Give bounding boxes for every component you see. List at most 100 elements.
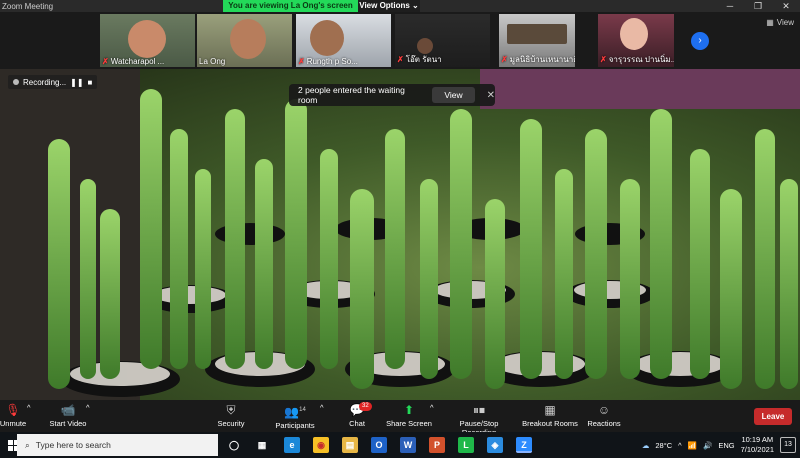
- close-icon[interactable]: ✕: [772, 0, 800, 12]
- share-arrow-icon: ⬆: [403, 403, 415, 417]
- search-icon: ⌕: [25, 439, 30, 450]
- window-title: Zoom Meeting: [2, 1, 54, 11]
- participants-button[interactable]: 👥14 Participants: [272, 403, 318, 430]
- chat-button[interactable]: 💬 32 Chat: [342, 402, 372, 428]
- chevron-down-icon: ⌄: [412, 1, 419, 10]
- muted-mic-icon: ✗: [102, 57, 109, 66]
- gallery-view-button[interactable]: ▦ View: [766, 18, 794, 27]
- muted-mic-icon: ✗: [397, 55, 404, 64]
- zoom-icon[interactable]: Z: [516, 437, 532, 453]
- recording-dot-icon: [13, 79, 19, 85]
- muted-mic-icon: ✗: [501, 55, 508, 64]
- minimize-icon[interactable]: ─: [716, 0, 744, 12]
- participants-options-caret[interactable]: ^: [320, 403, 324, 412]
- weather-temp[interactable]: 28°C: [655, 441, 672, 450]
- tray-expand-caret[interactable]: ^: [678, 441, 682, 450]
- outlook-icon[interactable]: O: [371, 437, 387, 453]
- grid-icon: ▦: [766, 18, 774, 27]
- participant-name-label: ✗ โอ๊ต รัตนา: [397, 55, 442, 64]
- participant-name-label: ✗ Rungth p So...: [298, 57, 358, 66]
- people-icon: 👥14: [284, 405, 306, 419]
- cactus-photo: [0, 69, 800, 400]
- language-indicator[interactable]: ENG: [718, 441, 734, 450]
- participant-tile[interactable]: ✗ มูลนิธิบ้านเหนานาดี: [499, 14, 575, 67]
- muted-mic-icon: ✗: [298, 57, 305, 66]
- unmute-button[interactable]: 🎙 Unmute: [0, 403, 30, 428]
- participant-tile[interactable]: ✗ โอ๊ต รัตนา: [395, 14, 490, 67]
- start-video-button[interactable]: 📹 Start Video: [46, 403, 90, 428]
- leave-button[interactable]: Leave: [754, 408, 792, 425]
- edge-icon[interactable]: e: [284, 437, 300, 453]
- network-icon[interactable]: 📶: [688, 441, 697, 450]
- clock-date: 7/10/2021: [740, 445, 774, 454]
- photos-icon[interactable]: ◈: [487, 437, 503, 453]
- shield-icon: ⛨: [226, 403, 236, 417]
- shared-screen-video: [0, 69, 800, 400]
- background-cloth: [480, 69, 800, 109]
- title-bar: Zoom Meeting You are viewing La Ong's sc…: [0, 0, 800, 12]
- avatar: [620, 18, 648, 50]
- video-options-caret[interactable]: ^: [86, 403, 90, 412]
- participant-tile[interactable]: ✗ จารุวรรณ ปานนิ่ม...: [598, 14, 674, 67]
- view-options-button[interactable]: View Options ⌄: [358, 0, 420, 12]
- taskbar-search-box[interactable]: ⌕ Type here to search: [17, 434, 218, 456]
- chat-unread-badge: 32: [359, 402, 372, 411]
- next-page-button[interactable]: ›: [691, 32, 709, 50]
- stop-recording-icon[interactable]: ■: [88, 78, 93, 87]
- share-options-caret[interactable]: ^: [430, 403, 434, 412]
- video-off-icon: 📹: [60, 403, 76, 417]
- view-options-label: View Options: [359, 1, 410, 10]
- participant-name-label: ✗ มูลนิธิบ้านเหนานาดี: [501, 55, 575, 64]
- meeting-toolbar: 🎙 Unmute ^ 📹 Start Video ^ ⛨ Security 👥1…: [0, 400, 800, 437]
- volume-icon[interactable]: 🔊: [703, 441, 712, 450]
- line-icon[interactable]: L: [458, 437, 474, 453]
- muted-mic-icon: 🎙: [5, 403, 21, 417]
- grid-icon: ▦: [544, 403, 556, 417]
- chrome-icon[interactable]: ◉: [313, 437, 329, 453]
- avatar: [230, 19, 266, 59]
- system-tray: ☁ 28°C ^ 📶 🔊 ENG 10:19 AM 7/10/2021 13: [642, 432, 800, 458]
- powerpoint-icon[interactable]: P: [429, 437, 445, 453]
- participant-tile[interactable]: ✗ Watcharapol ...: [100, 14, 195, 67]
- cortana-icon[interactable]: ◯: [226, 437, 242, 453]
- audio-options-caret[interactable]: ^: [27, 403, 31, 412]
- participant-tile[interactable]: La Ong: [197, 14, 292, 67]
- participant-tile[interactable]: ✗ Rungth p So...: [296, 14, 391, 67]
- avatar: [128, 20, 166, 58]
- participant-name-label: ✗ Watcharapol ...: [102, 57, 165, 66]
- screen-share-banner: You are viewing La Ong's screen: [223, 0, 358, 12]
- notification-center-icon[interactable]: 13: [780, 437, 796, 453]
- room-image: [507, 24, 567, 44]
- task-view-icon[interactable]: ▦: [254, 437, 270, 453]
- reactions-button[interactable]: ☺ Reactions: [586, 403, 622, 428]
- pause-recording-icon[interactable]: ❚❚: [70, 78, 83, 87]
- zoom-meeting-window: Zoom Meeting You are viewing La Ong's sc…: [0, 0, 800, 458]
- file-explorer-icon[interactable]: ▤: [342, 437, 358, 453]
- weather-icon: ☁: [641, 440, 650, 450]
- participant-name-label: ✗ จารุวรรณ ปานนิ่ม...: [600, 55, 674, 64]
- chevron-right-icon: ›: [698, 35, 702, 46]
- recording-label: Recording...: [23, 77, 67, 87]
- breakout-rooms-button[interactable]: ▦ Breakout Rooms: [522, 403, 578, 428]
- view-waiting-room-button[interactable]: View: [432, 87, 475, 103]
- recording-indicator: Recording... ❚❚ ■: [8, 75, 98, 89]
- muted-mic-icon: ✗: [600, 55, 607, 64]
- security-button[interactable]: ⛨ Security: [211, 403, 251, 428]
- participant-name-label: La Ong: [199, 57, 226, 66]
- avatar: [417, 38, 433, 54]
- window-controls: ─ ❐ ✕: [716, 0, 800, 12]
- notification-text: 2 people entered the waiting room: [298, 85, 405, 105]
- restore-icon[interactable]: ❐: [744, 0, 772, 12]
- clock-time: 10:19 AM: [741, 435, 774, 444]
- word-icon[interactable]: W: [400, 437, 416, 453]
- close-icon[interactable]: ✕: [487, 90, 495, 101]
- smiley-icon: ☺: [597, 403, 611, 417]
- avatar: [310, 20, 344, 56]
- taskbar-clock[interactable]: 10:19 AM 7/10/2021: [741, 435, 774, 455]
- pause-stop-icon: ⏸⏹: [472, 403, 485, 417]
- waiting-room-notification: 2 people entered the waiting room View ✕: [289, 84, 495, 106]
- participant-count: 14: [299, 407, 306, 413]
- cactus-stems: [48, 89, 798, 389]
- windows-taskbar: ⌕ Type here to search ◯ ▦ e ◉ ▤ O W P L …: [0, 432, 800, 458]
- share-screen-button[interactable]: ⬆ Share Screen: [386, 403, 432, 428]
